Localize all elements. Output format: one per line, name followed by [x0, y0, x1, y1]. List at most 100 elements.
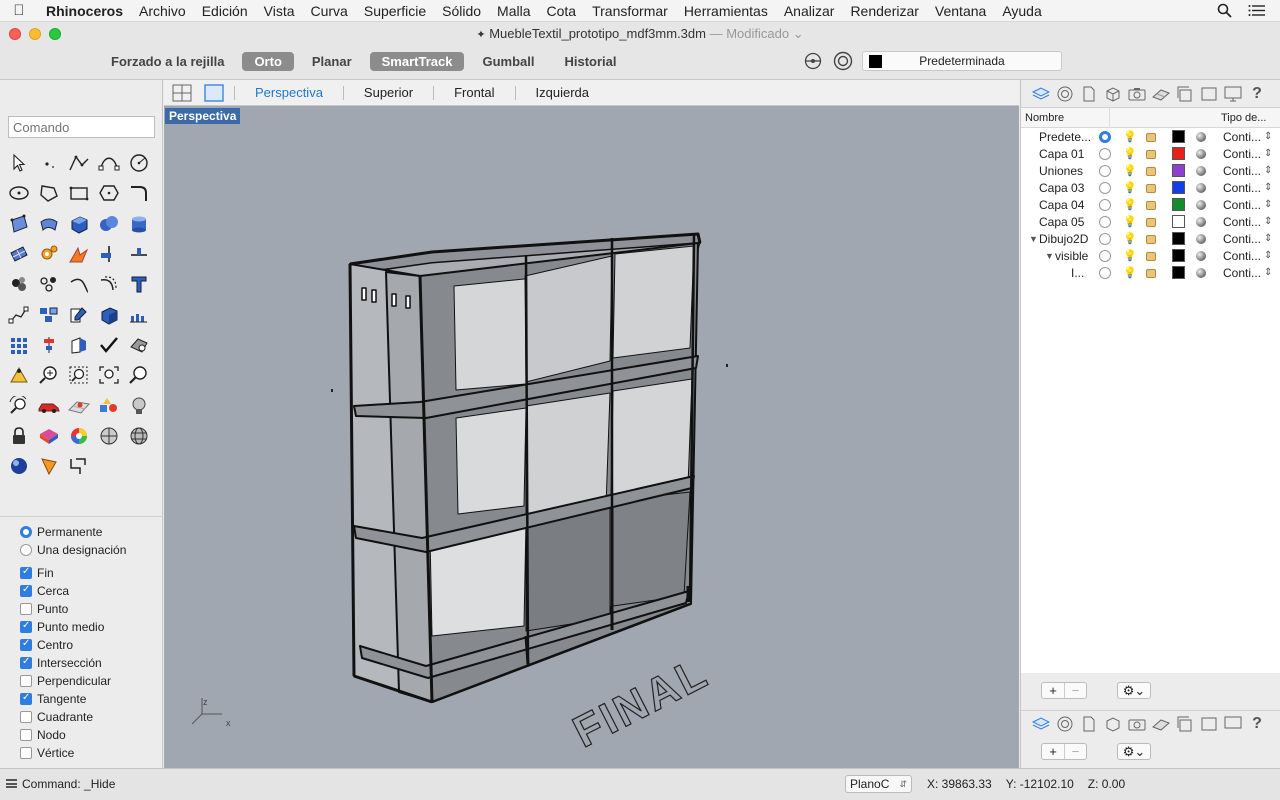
osnap-center-checkbox[interactable]	[20, 638, 32, 651]
ortho-toggle[interactable]: Orto	[242, 52, 294, 71]
dimension-icon[interactable]	[4, 299, 34, 329]
planar-toggle[interactable]: Planar	[300, 52, 364, 71]
osnap-tangent[interactable]: Tangente	[0, 690, 163, 708]
tab-izquierda[interactable]: Izquierda	[514, 85, 609, 100]
spotlight-icon[interactable]	[34, 451, 64, 481]
remove-layer-button[interactable]: −	[1064, 683, 1086, 698]
osnap-vertex[interactable]: Vértice	[0, 744, 163, 762]
layer-material-icon[interactable]	[1196, 132, 1206, 142]
menu-ventana[interactable]: Ventana	[927, 3, 994, 19]
curve-tangent-icon[interactable]	[64, 269, 94, 299]
light-bulb-icon[interactable]	[124, 390, 154, 420]
grid-array-icon[interactable]	[4, 330, 34, 360]
zoom-extents-icon[interactable]	[94, 360, 124, 390]
ellipse-icon[interactable]	[4, 178, 34, 208]
properties-tab-icon-2[interactable]	[1055, 715, 1075, 733]
layer-color-swatch[interactable]	[1172, 198, 1185, 211]
cplane-selector[interactable]: PlanoC ⇵	[845, 775, 912, 793]
layer-linetype[interactable]: Conti...	[1223, 198, 1261, 212]
menu-transformar[interactable]: Transformar	[584, 3, 676, 19]
render-sphere-icon[interactable]	[4, 451, 34, 481]
document-tab-icon[interactable]	[1079, 85, 1099, 103]
osnap-tangent-checkbox[interactable]	[20, 692, 32, 705]
fillet-curve-icon[interactable]	[124, 178, 154, 208]
edit-pencil-icon[interactable]	[64, 299, 94, 329]
align-icon[interactable]	[34, 330, 64, 360]
object-tab-icon[interactable]	[1103, 85, 1123, 103]
box-solid-icon[interactable]	[64, 209, 94, 239]
split-icon[interactable]	[124, 239, 154, 269]
layer-current-radio[interactable]	[1099, 215, 1111, 228]
menu-app[interactable]: Rhinoceros	[38, 3, 131, 19]
monitor-tab-icon-2[interactable]	[1223, 715, 1243, 733]
layer-visibility-bulb-icon[interactable]: 💡	[1123, 130, 1137, 143]
render-settings-icon[interactable]	[94, 390, 124, 420]
layer-color-swatch[interactable]	[1172, 164, 1185, 177]
point-icon[interactable]	[34, 148, 64, 178]
arrange-icon[interactable]	[34, 299, 64, 329]
help-tab-icon-2[interactable]: ?	[1247, 715, 1267, 733]
layer-lock-icon[interactable]	[1146, 150, 1156, 159]
apple-menu-icon[interactable]: 	[0, 2, 38, 19]
menu-solido[interactable]: Sólido	[434, 3, 489, 19]
named-views-tab-icon-2[interactable]	[1175, 715, 1195, 733]
osnap-midpoint[interactable]: Punto medio	[0, 618, 163, 636]
layer-row[interactable]: Capa 01 💡 Conti... ⇕	[1021, 145, 1280, 162]
camera-tab-icon[interactable]	[1127, 85, 1147, 103]
history-toggle[interactable]: Historial	[552, 52, 628, 71]
layer-color-swatch[interactable]	[1172, 130, 1185, 143]
array-icon[interactable]	[124, 299, 154, 329]
globe-grid-icon[interactable]	[124, 421, 154, 451]
object-snap-points-icon[interactable]	[34, 269, 64, 299]
tab-perspectiva[interactable]: Perspectiva	[234, 85, 343, 100]
layer-row[interactable]: Predete... 💡 Conti... ⇕	[1021, 128, 1280, 145]
layer-lock-icon[interactable]	[1146, 235, 1156, 244]
osnap-intersection-checkbox[interactable]	[20, 656, 32, 669]
document-tab-icon-2[interactable]	[1079, 715, 1099, 733]
layer-row[interactable]: ▼ Dibujo2D 💡 Conti... ⇕	[1021, 230, 1280, 247]
osnap-perpendicular[interactable]: Perpendicular	[0, 672, 163, 690]
layer-material-icon[interactable]	[1196, 234, 1206, 244]
layer-material-icon[interactable]	[1196, 217, 1206, 227]
four-viewports-icon[interactable]	[172, 84, 192, 102]
zoom-window-icon[interactable]	[64, 360, 94, 390]
polygon-icon[interactable]	[34, 178, 64, 208]
layer-visibility-bulb-icon[interactable]: 💡	[1123, 181, 1137, 194]
monitor-tab-icon[interactable]	[1223, 85, 1243, 103]
color-wheel-icon[interactable]	[64, 421, 94, 451]
osnap-vertex-checkbox[interactable]	[20, 747, 32, 759]
layer-material-icon[interactable]	[1196, 183, 1206, 193]
layer-material-icon[interactable]	[1196, 166, 1206, 176]
named-views-tab-icon[interactable]	[1175, 85, 1195, 103]
curve-control-points-icon[interactable]	[94, 148, 124, 178]
layer-linetype[interactable]: Conti...	[1223, 215, 1261, 229]
linetype-stepper-icon[interactable]: ⇕	[1264, 165, 1272, 176]
lights-tab-icon[interactable]	[1151, 85, 1171, 103]
layer-color-swatch[interactable]	[1172, 215, 1185, 228]
grid-snap-toggle[interactable]: Forzado a la rejilla	[99, 52, 236, 71]
layer-visibility-bulb-icon[interactable]: 💡	[1123, 198, 1137, 211]
linetype-stepper-icon[interactable]: ⇕	[1264, 233, 1272, 244]
command-input[interactable]	[8, 116, 155, 138]
osnap-midpoint-checkbox[interactable]	[20, 620, 32, 633]
trim-icon[interactable]	[94, 239, 124, 269]
layer-current-radio[interactable]	[1099, 266, 1111, 279]
hexagon-icon[interactable]	[94, 178, 124, 208]
layer-linetype[interactable]: Conti...	[1223, 232, 1261, 246]
perspective-viewport[interactable]: Perspectiva FINAL z x	[164, 106, 1019, 768]
command-history-icon[interactable]	[6, 779, 17, 788]
tab-frontal[interactable]: Frontal	[433, 85, 514, 100]
snap-grid-icon[interactable]	[64, 451, 94, 481]
layer-current-radio[interactable]	[1099, 198, 1111, 211]
linetype-stepper-icon[interactable]: ⇕	[1264, 267, 1272, 278]
chevron-down-icon[interactable]: ⌄	[793, 26, 804, 41]
layer-lock-icon[interactable]	[1146, 252, 1156, 261]
layer-linetype[interactable]: Conti...	[1223, 249, 1261, 263]
menu-renderizar[interactable]: Renderizar	[842, 3, 926, 19]
layer-material-icon[interactable]	[1196, 149, 1206, 159]
osnap-point-checkbox[interactable]	[20, 603, 32, 615]
layers-tab-icon[interactable]	[1031, 85, 1051, 103]
osnap-quadrant-checkbox[interactable]	[20, 711, 32, 723]
menu-herramientas[interactable]: Herramientas	[676, 3, 776, 19]
check-icon[interactable]	[94, 330, 124, 360]
